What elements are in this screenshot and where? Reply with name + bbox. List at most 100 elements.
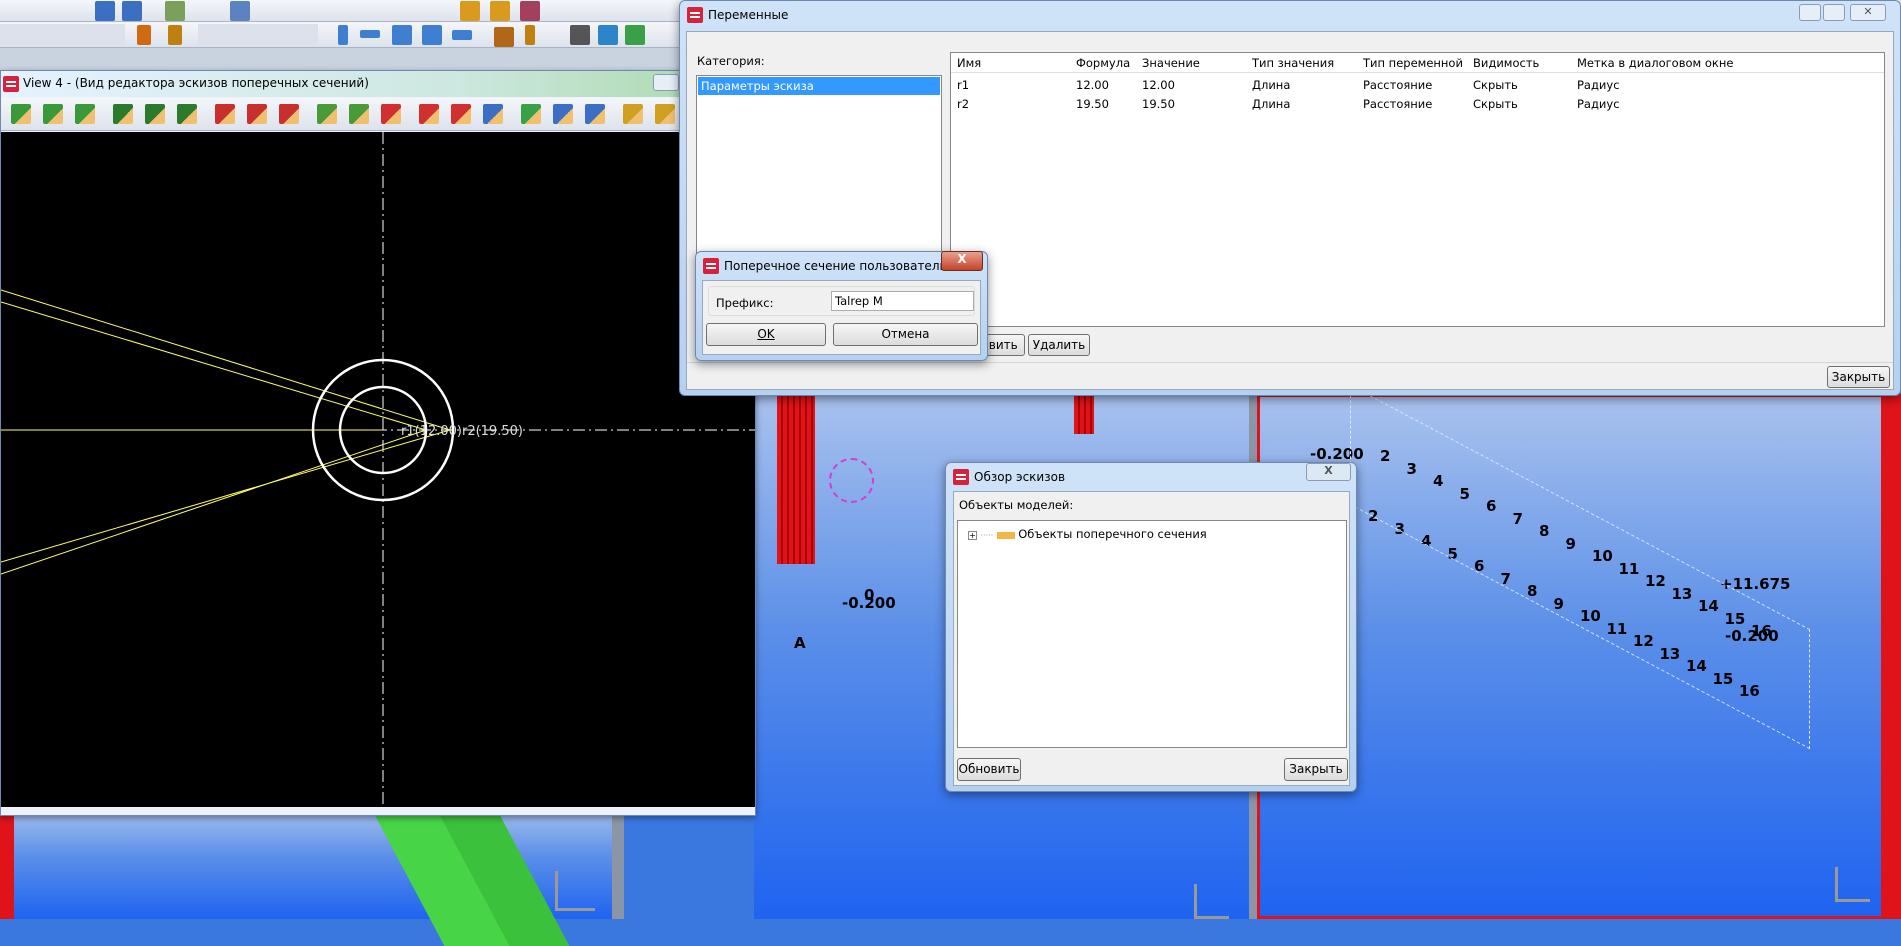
- table-cell[interactable]: Радиус: [1577, 97, 1620, 111]
- polybeam-icon[interactable]: [392, 25, 412, 45]
- toolbar-icon-part-3[interactable]: [520, 1, 540, 21]
- col-header-visibility[interactable]: Видимость: [1473, 56, 1539, 70]
- expand-icon[interactable]: +: [968, 530, 977, 540]
- close-button[interactable]: X: [1306, 463, 1351, 481]
- view-divider[interactable]: [612, 806, 624, 919]
- axis-triad-icon: [555, 871, 595, 911]
- sketch-tool-icon[interactable]: [381, 104, 401, 124]
- sketch-tool-icon[interactable]: [113, 104, 133, 124]
- sketch-tool-icon[interactable]: [279, 104, 299, 124]
- sketch-tool-icon[interactable]: [521, 104, 541, 124]
- sketch-editor-titlebar[interactable]: View 4 - (Вид редактора эскизов поперечн…: [1, 71, 755, 97]
- sketch-circle-3d: [829, 458, 874, 503]
- curved-beam-icon[interactable]: [422, 25, 442, 45]
- table-cell[interactable]: Расстояние: [1363, 78, 1432, 92]
- refresh-button[interactable]: Обновить: [957, 758, 1021, 781]
- delete-button[interactable]: Удалить: [1028, 334, 1090, 356]
- axis-triad-icon: [1835, 867, 1870, 902]
- col-header-value-type[interactable]: Тип значения: [1252, 56, 1334, 70]
- dialog-body: Префикс: OK Отмена: [702, 280, 981, 355]
- table-cell[interactable]: Скрыть: [1473, 78, 1518, 92]
- sketch-tool-icon[interactable]: [623, 104, 643, 124]
- prefix-dialog: Поперечное сечение пользовательс... X Пр…: [695, 251, 988, 361]
- dialog-body: Объекты моделей: + ····· Объекты попереч…: [953, 491, 1350, 786]
- sketch-tool-icon[interactable]: [349, 104, 369, 124]
- minimize-button[interactable]: [1799, 4, 1821, 21]
- sketch-tool-icon[interactable]: [317, 104, 337, 124]
- table-cell[interactable]: Расстояние: [1363, 97, 1432, 111]
- close-button[interactable]: ✕: [1850, 4, 1886, 21]
- model-view-left[interactable]: [0, 806, 612, 946]
- ok-button[interactable]: OK: [706, 323, 826, 346]
- table-cell[interactable]: 19.50: [1076, 97, 1109, 111]
- beam-icon[interactable]: [360, 30, 380, 38]
- binoculars-icon[interactable]: [570, 25, 590, 45]
- toolbar-icon-document[interactable]: [165, 1, 185, 21]
- sketch-tool-icon[interactable]: [145, 104, 165, 124]
- close-dialog-button[interactable]: Закрыть: [1284, 758, 1348, 781]
- table-cell[interactable]: Длина: [1252, 97, 1290, 111]
- weld-icon[interactable]: [137, 25, 151, 45]
- sketch-tool-icon[interactable]: [483, 104, 503, 124]
- sketch-tool-icon[interactable]: [451, 104, 471, 124]
- view-tabs-strip: [0, 48, 700, 70]
- sketch-tool-icon[interactable]: [655, 104, 675, 124]
- objects-tree[interactable]: + ····· Объекты поперечного сечения: [957, 520, 1347, 748]
- bolt-icon[interactable]: [494, 27, 514, 47]
- sketch-editor-title: View 4 - (Вид редактора эскизов поперечн…: [23, 76, 369, 90]
- maximize-button[interactable]: [1823, 4, 1845, 21]
- dialog-title: Поперечное сечение пользовательс...: [724, 259, 965, 273]
- toolbar-combo-empty-2[interactable]: [198, 24, 318, 46]
- variables-grid[interactable]: Имя Формула Значение Тип значения Тип пе…: [950, 52, 1885, 327]
- weld-2-icon[interactable]: [168, 25, 182, 45]
- sketch-tool-icon[interactable]: [43, 104, 63, 124]
- cancel-button[interactable]: Отмена: [833, 323, 978, 346]
- tree-item[interactable]: + ····· Объекты поперечного сечения: [968, 527, 1207, 541]
- col-header-variable-type[interactable]: Тип переменной: [1363, 56, 1463, 70]
- toolbar-icon-part-2[interactable]: [490, 1, 510, 21]
- col-header-value[interactable]: Значение: [1142, 56, 1200, 70]
- grid-header: Имя Формула Значение Тип значения Тип пе…: [951, 53, 1884, 73]
- close-button[interactable]: X: [941, 251, 983, 271]
- app-logo-icon: [703, 258, 719, 274]
- toolbar-combo-empty[interactable]: [0, 24, 125, 46]
- sketch-tool-icon[interactable]: [11, 104, 31, 124]
- sketch-canvas[interactable]: r1(12.00)r2(19.50): [1, 132, 755, 807]
- table-cell[interactable]: r1: [957, 78, 969, 92]
- component-icon[interactable]: [598, 25, 618, 45]
- toolbar-icon-save[interactable]: [230, 1, 250, 21]
- toolbar-icon-undo[interactable]: [95, 1, 115, 21]
- column-icon[interactable]: [338, 25, 348, 45]
- macro-icon[interactable]: [625, 25, 645, 45]
- sketch-tool-icon[interactable]: [553, 104, 573, 124]
- table-cell[interactable]: Скрыть: [1473, 97, 1518, 111]
- minimize-button[interactable]: [653, 74, 679, 91]
- col-header-name[interactable]: Имя: [957, 56, 981, 70]
- app-logo-icon: [687, 7, 703, 23]
- prefix-input[interactable]: [831, 291, 974, 311]
- table-row[interactable]: r1 12.00 12.00 Длина Расстояние Скрыть Радиус: [951, 75, 1884, 94]
- plate-icon[interactable]: [452, 30, 472, 40]
- grid-axis-label: A: [794, 634, 806, 652]
- table-cell[interactable]: 12.00: [1142, 78, 1175, 92]
- table-cell[interactable]: r2: [957, 97, 969, 111]
- table-row[interactable]: r2 19.50 19.50 Длина Расстояние Скрыть Радиус: [951, 94, 1884, 113]
- sketch-tool-icon[interactable]: [419, 104, 439, 124]
- col-header-dialog-label[interactable]: Метка в диалоговом окне: [1577, 56, 1733, 70]
- sketch-tool-icon[interactable]: [177, 104, 197, 124]
- toolbar-icon-part-1[interactable]: [460, 1, 480, 21]
- table-cell[interactable]: 12.00: [1076, 78, 1109, 92]
- weld-3-icon[interactable]: [525, 25, 535, 45]
- sketch-tool-icon[interactable]: [247, 104, 267, 124]
- sketch-tool-icon[interactable]: [75, 104, 95, 124]
- table-cell[interactable]: Длина: [1252, 78, 1290, 92]
- category-item-selected[interactable]: Параметры эскиза: [698, 77, 940, 95]
- close-dialog-button[interactable]: Закрыть: [1827, 366, 1890, 388]
- col-header-formula[interactable]: Формула: [1076, 56, 1130, 70]
- sketch-tool-icon[interactable]: [215, 104, 235, 124]
- toolbar-icon-redo[interactable]: [122, 1, 142, 21]
- sketch-tool-icon[interactable]: [585, 104, 605, 124]
- table-cell[interactable]: Радиус: [1577, 78, 1620, 92]
- app-logo-icon: [953, 469, 969, 485]
- table-cell[interactable]: 19.50: [1142, 97, 1175, 111]
